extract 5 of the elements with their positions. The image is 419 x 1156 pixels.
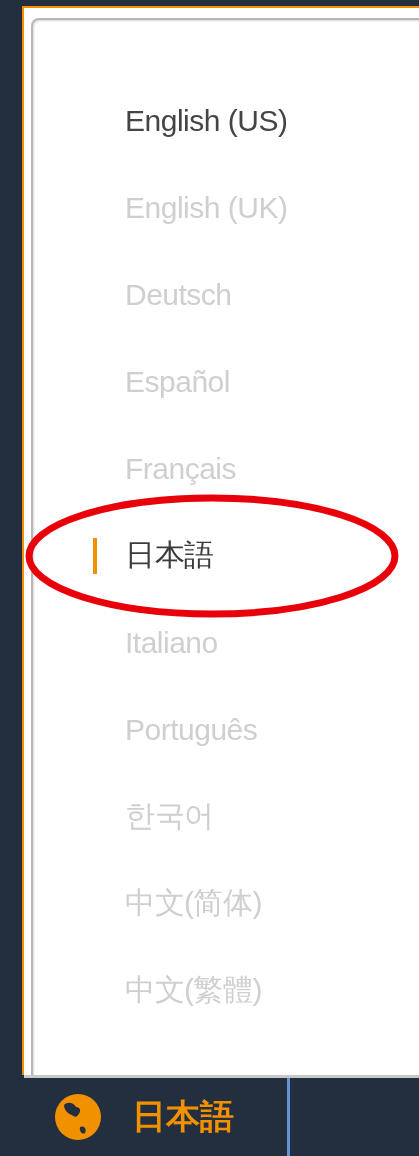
selection-marker xyxy=(93,537,97,574)
language-button[interactable]: 日本語 xyxy=(24,1078,290,1156)
language-option[interactable]: 日本語 xyxy=(33,512,419,599)
language-option[interactable]: English (US) xyxy=(33,77,419,164)
globe-icon xyxy=(54,1093,102,1141)
